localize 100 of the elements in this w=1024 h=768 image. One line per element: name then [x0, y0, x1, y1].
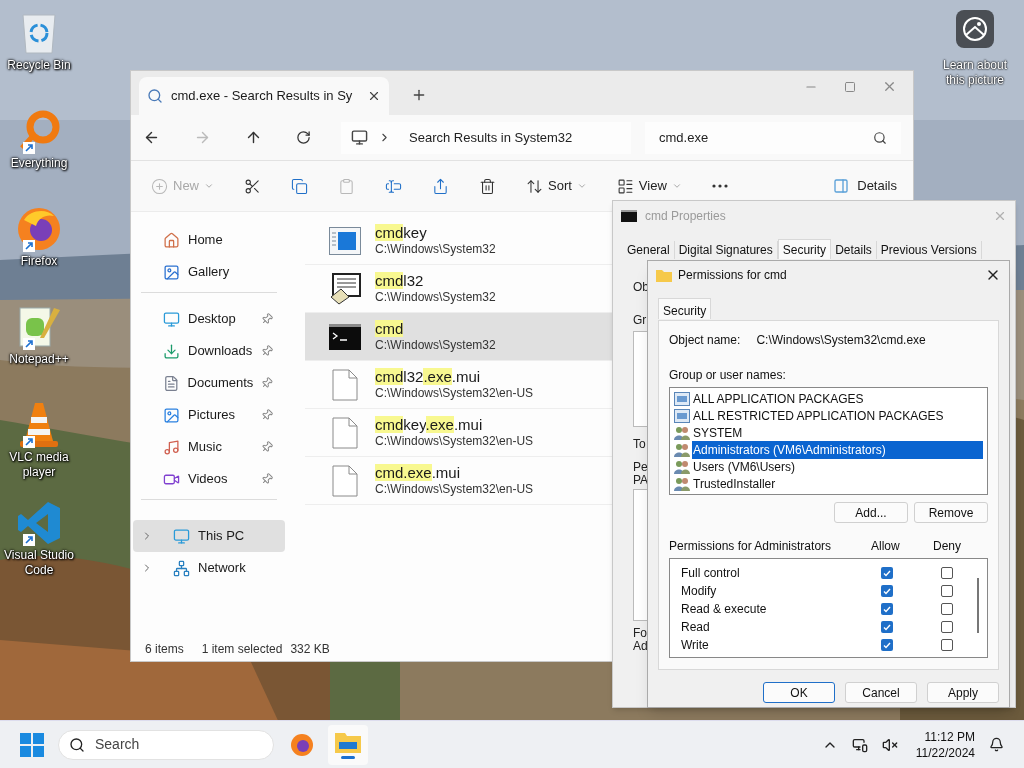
- checkbox[interactable]: [881, 639, 893, 651]
- console-icon: [621, 210, 637, 222]
- dialog-tab[interactable]: Security: [777, 239, 832, 259]
- package-icon: [674, 408, 690, 423]
- file-name: cmdl32: [375, 271, 425, 291]
- users-icon: [674, 425, 690, 440]
- remove-button[interactable]: Remove: [914, 502, 988, 523]
- monitor-icon: [173, 527, 190, 545]
- scrollbar-thumb[interactable]: [977, 578, 979, 633]
- notepad-icon: [16, 304, 62, 350]
- console-icon: [329, 323, 361, 350]
- new-tab-icon[interactable]: [411, 87, 427, 103]
- muted-speaker-icon[interactable]: [881, 736, 898, 753]
- image-icon: [163, 406, 180, 424]
- sidebar-item[interactable]: Home: [141, 224, 277, 256]
- refresh-icon[interactable]: [296, 130, 311, 145]
- dialog-tab[interactable]: Digital Signatures: [674, 241, 778, 259]
- checkbox[interactable]: [881, 621, 893, 633]
- search-icon: [873, 130, 887, 145]
- bell-icon[interactable]: [989, 737, 1004, 752]
- checkmark-icon: [883, 623, 891, 631]
- copy-icon: [291, 177, 308, 195]
- dialog-title: Permissions for cmd: [678, 267, 787, 284]
- checkbox[interactable]: [881, 585, 893, 597]
- toolbar-button[interactable]: View: [616, 176, 682, 196]
- network-icon: [173, 559, 190, 577]
- sidebar-item[interactable]: Downloads: [141, 335, 277, 367]
- dialog-tab[interactable]: Security: [658, 298, 712, 319]
- field-label: Permissions for Administrators: [669, 538, 833, 555]
- active-indicator: [341, 755, 355, 759]
- maximize-icon[interactable]: [844, 80, 856, 93]
- picture-info-icon[interactable]: [956, 10, 994, 48]
- network-status-icon[interactable]: [851, 736, 868, 753]
- permission-name: Read & execute: [681, 601, 768, 618]
- toolbar-icon-button[interactable]: [244, 177, 261, 195]
- package-icon: [674, 391, 690, 406]
- windows-logo-icon[interactable]: [20, 732, 44, 757]
- window-app-icon: [329, 226, 361, 255]
- document-icon: [163, 374, 180, 392]
- toolbar-button[interactable]: Sort: [526, 176, 587, 196]
- search-field[interactable]: cmd.exe: [645, 121, 901, 154]
- permission-name: Modify: [681, 583, 718, 600]
- plus-icon: [151, 177, 168, 195]
- code-editor-icon: [16, 500, 62, 546]
- sidebar-item[interactable]: Network: [133, 552, 285, 584]
- back-icon[interactable]: [143, 129, 160, 146]
- dialog-button[interactable]: Cancel: [845, 682, 917, 703]
- desktop-icon-label[interactable]: Visual Studio Code: [0, 548, 78, 578]
- monitor-icon: [351, 129, 368, 146]
- window-tab[interactable]: cmd.exe - Search Results in Sy: [139, 77, 389, 115]
- permission-name: Full control: [681, 565, 741, 582]
- file-name: cmdkey.exe.mui: [375, 415, 484, 435]
- search-field[interactable]: Search: [58, 729, 274, 760]
- status-text: 332 KB: [290, 641, 330, 658]
- desktop-icon-label[interactable]: VLC media player: [0, 450, 78, 480]
- phone-book-icon: [329, 272, 361, 305]
- list-item[interactable]: Administrators (VM6\Administrators): [692, 440, 983, 459]
- file-path: C:\Windows\System32: [375, 290, 496, 306]
- dialog-tab[interactable]: Previous Versions: [876, 241, 982, 259]
- search-icon: [69, 736, 85, 753]
- address-bar[interactable]: Search Results in System32: [341, 121, 631, 154]
- rename-icon: [385, 177, 402, 195]
- dialog-button[interactable]: OK: [763, 682, 835, 703]
- taskbar-app[interactable]: [328, 724, 368, 765]
- checkbox[interactable]: [881, 567, 893, 579]
- up-icon[interactable]: [245, 129, 262, 146]
- details-button[interactable]: Details: [833, 176, 897, 196]
- checkmark-icon: [883, 605, 891, 613]
- download-icon: [163, 342, 180, 360]
- sidebar-item[interactable]: Documents: [141, 367, 277, 399]
- checkbox[interactable]: [881, 603, 893, 615]
- toolbar-icon-button[interactable]: [479, 177, 496, 195]
- sidebar-item[interactable]: This PC: [133, 520, 285, 552]
- user-list[interactable]: ALL APPLICATION PACKAGES ALL RESTRICTED APPLICATION PACKAGES SYSTEM Administrators (VM6\Administrators) Users (VM6\Users) TrustedInstaller: [669, 387, 988, 495]
- add-button[interactable]: Add...: [834, 502, 908, 523]
- sidebar-item[interactable]: Gallery: [141, 256, 277, 288]
- sidebar-item[interactable]: Desktop: [141, 303, 277, 335]
- close-tab-icon[interactable]: [367, 89, 381, 103]
- file-path: C:\Windows\System32\en-US: [375, 482, 534, 498]
- dialog-tab[interactable]: Details: [831, 241, 877, 259]
- column-header: Allow: [871, 538, 901, 555]
- toolbar-icon-button[interactable]: [711, 184, 728, 188]
- users-icon: [674, 459, 690, 474]
- field-label: Group or user names:: [669, 367, 787, 384]
- dialog-button[interactable]: Apply: [927, 682, 999, 703]
- file-path: C:\Windows\System32: [375, 338, 496, 354]
- clock[interactable]: 11:12 PM 11/22/2024: [915, 728, 975, 761]
- sidebar-item[interactable]: Music: [141, 431, 277, 463]
- field-label: Ad: [633, 640, 648, 653]
- address-text: Search Results in System32: [409, 128, 573, 147]
- checkbox[interactable]: [941, 639, 953, 651]
- sidebar-item[interactable]: Videos: [141, 463, 277, 495]
- dialog-tab[interactable]: General: [623, 241, 675, 259]
- image-icon: [163, 263, 180, 281]
- checkbox[interactable]: [941, 603, 953, 615]
- checkbox[interactable]: [941, 567, 953, 579]
- sidebar-item[interactable]: Pictures: [141, 399, 277, 431]
- desktop-icon-label[interactable]: Firefox: [20, 254, 58, 269]
- checkbox[interactable]: [941, 585, 953, 597]
- checkbox[interactable]: [941, 621, 953, 633]
